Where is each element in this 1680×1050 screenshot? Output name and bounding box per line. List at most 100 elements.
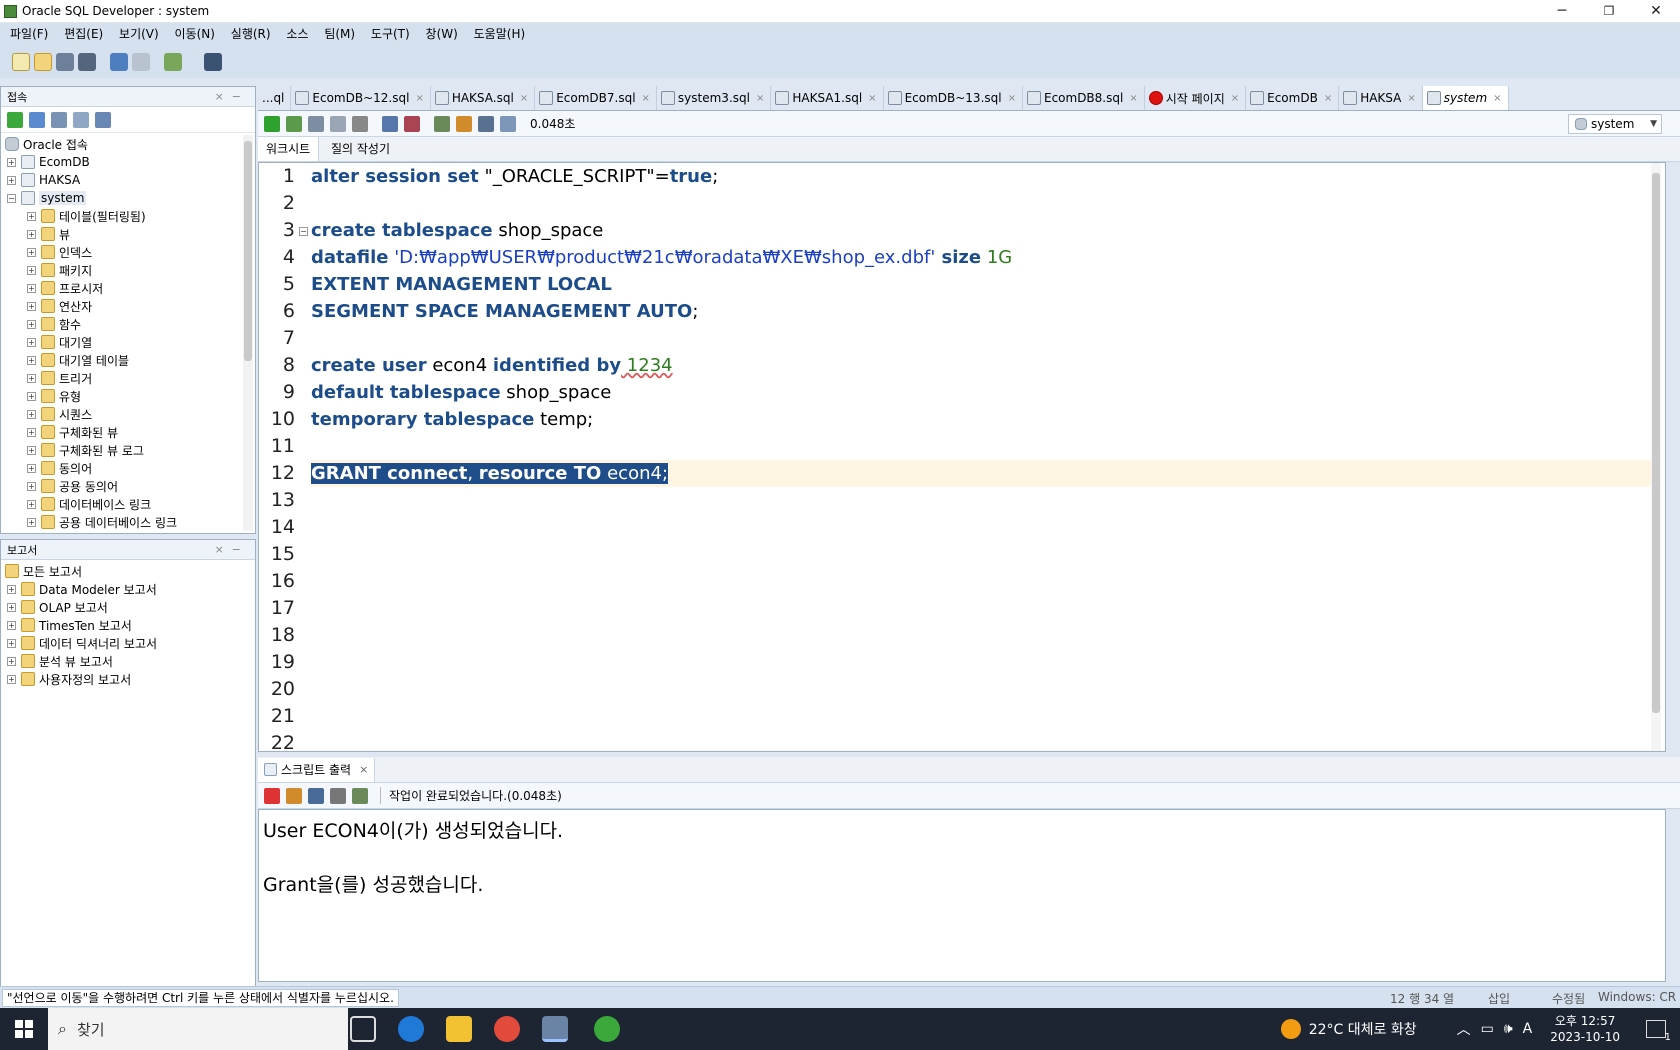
tree-child[interactable]: + 공용 동의어 bbox=[1, 477, 255, 495]
tree-child[interactable]: + 프로시저 bbox=[1, 279, 255, 297]
close-button[interactable]: ✕ bbox=[1634, 0, 1678, 23]
tree-item-ecomdb[interactable]: + EcomDB bbox=[1, 153, 255, 171]
code-editor[interactable]: 1234 5678 9 10 11 12 13 14 15 16 17 18 19 20 21 22… bbox=[258, 162, 1666, 752]
notifications-icon[interactable]: 1 bbox=[1646, 1020, 1671, 1043]
save-all-icon[interactable] bbox=[78, 53, 96, 71]
network-icon[interactable]: ▭ bbox=[1481, 1021, 1494, 1037]
tree-child[interactable]: + 데이터베이스 링크 bbox=[1, 495, 255, 513]
history-icon[interactable] bbox=[478, 115, 494, 132]
menu-run[interactable]: 실행(R) bbox=[231, 23, 271, 46]
tree-child[interactable]: + 테이블(필터링됨) bbox=[1, 207, 255, 225]
report-item[interactable]: + 데이터 딕셔너리 보고서 bbox=[1, 634, 255, 652]
tab-ecomdb8[interactable]: EcomDB8.sql × bbox=[1023, 86, 1145, 110]
tab-ecomdb-13[interactable]: EcomDB~13.sql × bbox=[884, 86, 1023, 110]
report-item[interactable]: + Data Modeler 보고서 bbox=[1, 580, 255, 598]
clear-icon[interactable] bbox=[456, 115, 472, 132]
panel-controls[interactable]: ×− bbox=[215, 90, 249, 103]
weather-text[interactable]: 22°C 대체로 화창 bbox=[1309, 1019, 1417, 1039]
menu-window[interactable]: 창(W) bbox=[426, 23, 458, 46]
clock[interactable]: 오후 12:57 2023-10-10 bbox=[1550, 1013, 1620, 1045]
tab-ecomdb[interactable]: EcomDB × bbox=[1246, 86, 1340, 110]
report-item[interactable]: + OLAP 보고서 bbox=[1, 598, 255, 616]
schema-browser-icon[interactable] bbox=[73, 111, 89, 128]
redo-icon[interactable] bbox=[132, 53, 150, 71]
tab-haksa1[interactable]: HAKSA1.sql × bbox=[771, 86, 884, 110]
print-icon[interactable] bbox=[330, 787, 346, 804]
sql-tuning-icon[interactable] bbox=[434, 115, 450, 132]
menu-navigate[interactable]: 이동(N) bbox=[175, 23, 215, 46]
menu-edit[interactable]: 편집(E) bbox=[64, 23, 103, 46]
explain-plan-icon[interactable] bbox=[382, 115, 398, 132]
tab-close-icon[interactable]: × bbox=[1129, 93, 1137, 104]
autotrace-icon[interactable] bbox=[404, 115, 420, 132]
spring-icon[interactable] bbox=[594, 1016, 620, 1042]
tree-child[interactable]: + 함수 bbox=[1, 315, 255, 333]
start-button[interactable] bbox=[0, 1008, 48, 1050]
tree-child[interactable]: + 시퀀스 bbox=[1, 405, 255, 423]
menu-team[interactable]: 팀(M) bbox=[324, 23, 355, 46]
binoculars-icon[interactable] bbox=[204, 53, 222, 71]
close-icon[interactable]: × bbox=[359, 763, 368, 776]
tab-close-icon[interactable]: × bbox=[1493, 93, 1501, 104]
report-item[interactable]: + 분석 뷰 보고서 bbox=[1, 652, 255, 670]
menu-file[interactable]: 파일(F) bbox=[10, 23, 48, 46]
menu-help[interactable]: 도움말(H) bbox=[474, 23, 526, 46]
tab-haksa[interactable]: HAKSA × bbox=[1339, 86, 1423, 110]
editor-scrollbar[interactable] bbox=[1651, 163, 1661, 751]
language-indicator[interactable]: A bbox=[1523, 1021, 1533, 1037]
save-icon[interactable] bbox=[56, 53, 74, 71]
tree-child[interactable]: + 패키지 bbox=[1, 261, 255, 279]
tab-system3[interactable]: system3.sql × bbox=[657, 86, 772, 110]
pin-icon[interactable] bbox=[264, 787, 280, 804]
tab-worksheet[interactable]: 워크시트 bbox=[258, 137, 320, 161]
script-output-area[interactable]: User ECON4이(가) 생성되었습니다. Grant을(를) 성공했습니다… bbox=[258, 809, 1666, 982]
tab-close-icon[interactable]: × bbox=[1407, 93, 1415, 104]
buffer-icon[interactable] bbox=[352, 787, 368, 804]
menu-view[interactable]: 보기(V) bbox=[119, 23, 159, 46]
sql-developer-taskbar-icon[interactable] bbox=[542, 1016, 568, 1042]
maximize-button[interactable]: ❐ bbox=[1587, 0, 1631, 23]
add-connection-icon[interactable] bbox=[7, 111, 23, 128]
taskbar-search[interactable]: ⌕ 찾기 bbox=[48, 1008, 348, 1050]
commit-icon[interactable] bbox=[308, 115, 324, 132]
tree-child[interactable]: + 구체화된 뷰 bbox=[1, 423, 255, 441]
format-icon[interactable] bbox=[500, 115, 516, 132]
tab-close-icon[interactable]: × bbox=[1008, 93, 1016, 104]
file-explorer-icon[interactable] bbox=[446, 1016, 472, 1042]
eraser-icon[interactable] bbox=[286, 787, 302, 804]
save-icon[interactable] bbox=[308, 787, 324, 804]
tree-child[interactable]: + 구체화된 뷰 로그 bbox=[1, 441, 255, 459]
connections-scrollbar[interactable] bbox=[243, 135, 253, 531]
tree-child[interactable]: + 트리거 bbox=[1, 369, 255, 387]
tab-close-icon[interactable]: × bbox=[868, 93, 876, 104]
minimize-button[interactable]: ─ bbox=[1540, 0, 1584, 23]
tree-item-system[interactable]: − system bbox=[1, 189, 255, 207]
run-statement-icon[interactable] bbox=[264, 115, 280, 132]
tab-close-icon[interactable]: × bbox=[415, 93, 423, 104]
connection-select[interactable]: system ▼ bbox=[1568, 113, 1662, 134]
cancel-icon[interactable] bbox=[352, 115, 368, 132]
tree-child[interactable]: + 대기열 bbox=[1, 333, 255, 351]
sql-worksheet-icon[interactable] bbox=[164, 53, 182, 71]
chevron-up-icon[interactable]: ︿ bbox=[1457, 1019, 1471, 1039]
tree-child[interactable]: + 뷰 bbox=[1, 225, 255, 243]
run-script-icon[interactable] bbox=[286, 115, 302, 132]
tab-system[interactable]: system × bbox=[1422, 86, 1509, 110]
tree-child[interactable]: + 인덱스 bbox=[1, 243, 255, 261]
tab-query-builder[interactable]: 질의 작성기 bbox=[323, 137, 398, 161]
tree-child[interactable]: + 대기열 테이블 bbox=[1, 351, 255, 369]
undo-icon[interactable] bbox=[110, 53, 128, 71]
tab-close-icon[interactable]: × bbox=[1231, 93, 1239, 104]
tab-ecomdb7[interactable]: EcomDB7.sql × bbox=[535, 86, 657, 110]
refresh-icon[interactable] bbox=[29, 111, 45, 128]
tab-truncated[interactable]: ...ql bbox=[258, 86, 292, 110]
tab-haksa-sql[interactable]: HAKSA.sql × bbox=[431, 86, 536, 110]
menu-source[interactable]: 소스 bbox=[286, 23, 308, 46]
fold-toggle-icon[interactable]: − bbox=[299, 227, 308, 236]
tree-child[interactable]: + 공용 데이터베이스 링크 bbox=[1, 513, 255, 531]
collapse-icon[interactable] bbox=[95, 111, 111, 128]
tab-ecomdb-12[interactable]: EcomDB~12.sql × bbox=[291, 86, 431, 110]
tab-close-icon[interactable]: × bbox=[1324, 93, 1332, 104]
tree-child[interactable]: + 연산자 bbox=[1, 297, 255, 315]
chrome-icon[interactable] bbox=[494, 1016, 520, 1042]
